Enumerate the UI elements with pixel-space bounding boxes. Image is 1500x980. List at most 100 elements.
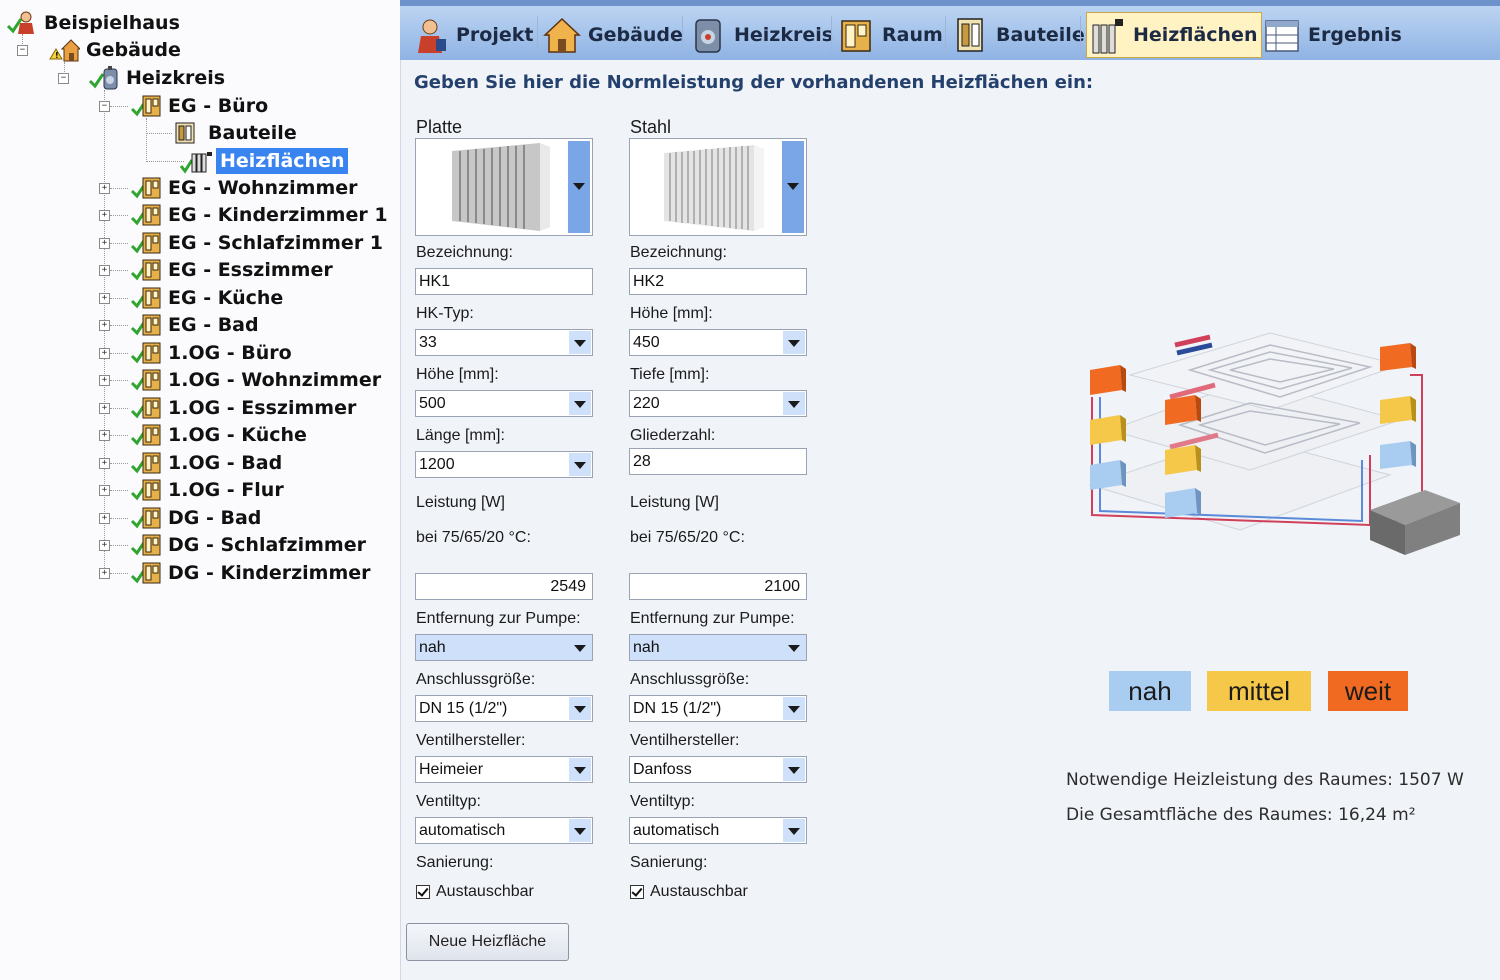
tree-room-item[interactable]: 1.OG - Küche [130,422,311,448]
expand-toggle[interactable]: + [99,568,110,579]
pumpe-select[interactable]: nah [629,634,807,661]
tree-room-item[interactable]: 1.OG - Bad [130,450,286,476]
ventiltyp-select[interactable]: automatisch [629,817,807,844]
anschluss-select[interactable]: DN 15 (1/2") [629,695,807,722]
dropdown-button[interactable] [782,141,804,233]
tree-room-item[interactable]: 1.OG - Esszimmer [130,395,360,421]
field-label: Ventiltyp: [416,793,481,810]
expand-toggle[interactable]: + [99,320,110,331]
tiefe-select[interactable]: 220 [629,390,807,417]
expand-toggle[interactable]: + [99,293,110,304]
expand-toggle[interactable]: + [99,375,110,386]
tab-raum[interactable]: Raum [836,12,943,58]
chevron-down-icon[interactable] [783,819,805,842]
tree-room-item[interactable]: 1.OG - Flur [130,477,288,503]
collapse-toggle[interactable]: − [17,45,28,56]
radiator-type-select[interactable] [629,138,807,236]
austauschbar-checkbox[interactable] [630,885,644,899]
expand-toggle[interactable]: + [99,238,110,249]
tab-heizkreis[interactable]: Heizkreis [688,12,833,58]
chevron-down-icon[interactable] [783,392,805,415]
leistung-input[interactable]: 2100 [629,573,807,600]
expand-toggle[interactable]: + [99,348,110,359]
tab-gebaeude[interactable]: Gebäude [542,12,683,58]
tree-line [146,161,184,162]
tree-sub-heizflaechen[interactable]: Heizflächen [179,148,349,174]
hersteller-select[interactable]: Danfoss [629,756,807,783]
tree-room-item[interactable]: DG - Schlafzimmer [130,532,370,558]
ventiltyp-select[interactable]: automatisch [415,817,593,844]
tab-ergebnis[interactable]: Ergebnis [1262,12,1402,58]
panel-radiator-image [452,143,550,231]
tree-circuit[interactable]: Heizkreis [88,65,229,91]
tree-room-item[interactable]: EG - Esszimmer [130,257,337,283]
tab-heizflaechen[interactable]: Heizflächen [1086,12,1263,58]
radiator-type-select[interactable] [415,138,593,236]
project-tree: Beispielhaus − ! Gebäude − Heizkreis − E… [0,0,401,980]
tree-room-item[interactable]: DG - Bad [130,505,265,531]
chevron-down-icon[interactable] [569,392,591,415]
tree-building[interactable]: ! Gebäude [48,37,185,63]
tree-room-item[interactable]: EG - Schlafzimmer 1 [130,230,387,256]
hoehe-select[interactable]: 500 [415,390,593,417]
chevron-down-icon[interactable] [569,331,591,354]
tree-line [110,325,128,326]
tree-room-item[interactable]: 1.OG - Wohnzimmer [130,367,385,393]
tree-room-item[interactable]: 1.OG - Büro [130,340,296,366]
laenge-select[interactable]: 1200 [415,451,593,478]
components-icon [170,120,202,146]
chevron-down-icon[interactable] [783,636,805,659]
expand-toggle[interactable]: + [99,513,110,524]
pumpe-select[interactable]: nah [415,634,593,661]
expand-toggle[interactable]: + [99,485,110,496]
leistung-input[interactable]: 2549 [415,573,593,600]
austauschbar-checkbox[interactable] [416,885,430,899]
expand-toggle[interactable]: + [99,265,110,276]
hk-typ-select[interactable]: 33 [415,329,593,356]
tab-separator [682,16,683,54]
dropdown-button[interactable] [568,141,590,233]
expand-toggle[interactable]: + [99,458,110,469]
tree-room-label: EG - Büro [168,95,269,117]
tab-bauteile[interactable]: Bauteile [950,12,1085,58]
tree-sub-bauteile[interactable]: Bauteile [170,120,301,146]
chevron-down-icon[interactable] [783,758,805,781]
tree-room-item[interactable]: EG - Kinderzimmer 1 [130,202,392,228]
hersteller-select[interactable]: Heimeier [415,756,593,783]
field-label: Tiefe [mm]: [630,366,710,383]
tree-room-item[interactable]: EG - Küche [130,285,287,311]
expand-toggle[interactable]: + [99,540,110,551]
expand-toggle[interactable]: + [99,403,110,414]
chevron-down-icon[interactable] [569,697,591,720]
checkbox-label: Austauschbar [650,883,748,900]
expand-toggle[interactable]: + [99,183,110,194]
hoehe-select[interactable]: 450 [629,329,807,356]
chevron-down-icon[interactable] [783,331,805,354]
chevron-down-icon[interactable] [569,636,591,659]
tab-label: Ergebnis [1308,24,1402,46]
chevron-down-icon[interactable] [783,697,805,720]
expand-toggle[interactable]: + [99,210,110,221]
bezeichnung-input[interactable]: HK2 [629,268,807,295]
room-door-icon [130,395,162,421]
gliederzahl-input[interactable]: 28 [629,448,807,475]
tree-line [110,435,128,436]
anschluss-select[interactable]: DN 15 (1/2") [415,695,593,722]
new-radiator-button[interactable]: Neue Heizfläche [406,923,569,961]
tab-projekt[interactable]: Projekt [410,12,533,58]
field-label: Bezeichnung: [630,244,727,261]
tree-room-item[interactable]: EG - Bad [130,312,263,338]
collapse-toggle[interactable]: − [99,101,110,112]
tree-line [146,133,172,134]
field-label: Gliederzahl: [630,427,716,444]
collapse-toggle[interactable]: − [58,73,69,84]
chevron-down-icon[interactable] [569,453,591,476]
tree-room-item[interactable]: DG - Kinderzimmer [130,560,375,586]
tree-root[interactable]: Beispielhaus [6,10,184,36]
chevron-down-icon[interactable] [569,758,591,781]
tree-room-item[interactable]: EG - Wohnzimmer [130,175,362,201]
chevron-down-icon[interactable] [569,819,591,842]
expand-toggle[interactable]: + [99,430,110,441]
bezeichnung-input[interactable]: HK1 [415,268,593,295]
tree-room-item[interactable]: EG - Büro [130,93,272,119]
